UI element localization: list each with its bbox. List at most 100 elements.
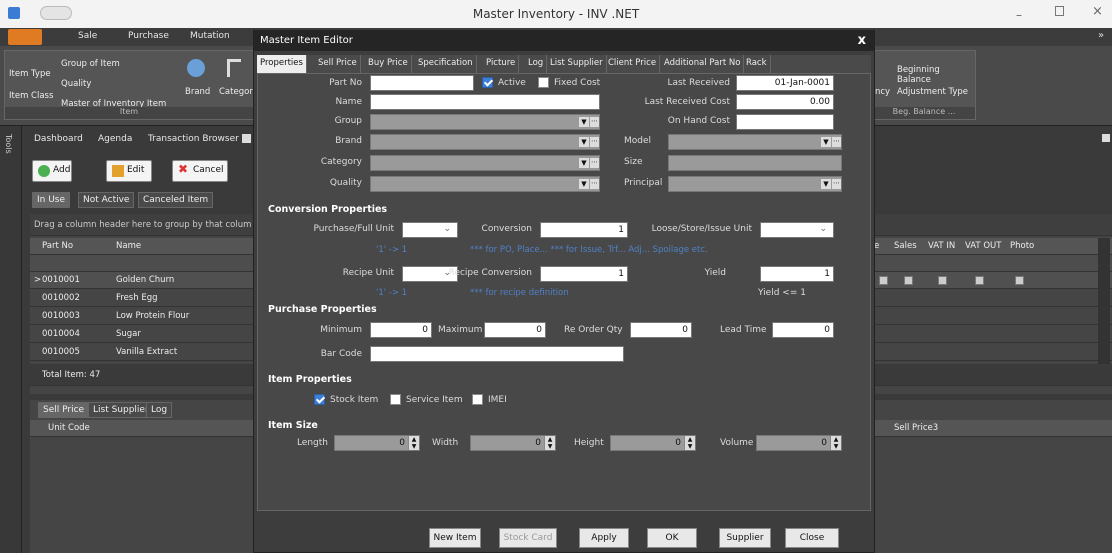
- ribbon-tab-purchase[interactable]: Purchase: [128, 31, 169, 41]
- minimize-icon[interactable]: –: [1016, 8, 1022, 22]
- new-item-button[interactable]: New Item: [429, 528, 481, 548]
- tab-buy-price[interactable]: Buy Price: [365, 55, 412, 73]
- size-field[interactable]: [668, 155, 842, 171]
- tab-agenda[interactable]: Agenda: [98, 134, 132, 144]
- col-vat-in[interactable]: VAT IN: [928, 241, 955, 251]
- ellipsis-icon[interactable]: ⋯: [832, 137, 841, 147]
- active-checkbox[interactable]: [482, 77, 493, 88]
- stock-item-checkbox[interactable]: [314, 394, 325, 405]
- col-part-no[interactable]: Part No: [42, 241, 73, 251]
- close-button[interactable]: Close: [785, 528, 839, 548]
- last-received-field[interactable]: 01-Jan-0001: [736, 75, 834, 91]
- ellipsis-icon[interactable]: ⋯: [590, 179, 599, 189]
- col-name[interactable]: Name: [116, 241, 141, 251]
- subtab-not-active[interactable]: Not Active: [78, 192, 135, 208]
- tab-properties[interactable]: Properties: [257, 55, 307, 73]
- app-menu-button[interactable]: [8, 29, 42, 45]
- close-tab-icon[interactable]: [242, 134, 251, 143]
- category-select[interactable]: ▼ ⋯: [370, 155, 600, 171]
- tab-sell-price[interactable]: Sell Price: [315, 55, 361, 73]
- quality-select[interactable]: ▼ ⋯: [370, 176, 600, 192]
- col-photo[interactable]: Photo: [1010, 241, 1034, 251]
- col-sales[interactable]: Sales: [894, 241, 917, 251]
- detail-tab-log[interactable]: Log: [146, 402, 173, 418]
- recipe-conversion-field[interactable]: 1: [540, 266, 628, 282]
- apply-button[interactable]: Apply: [579, 528, 629, 548]
- edit-button[interactable]: Edit: [106, 160, 152, 182]
- length-stepper[interactable]: 0 ▲ ▼: [334, 435, 420, 451]
- tab-dashboard[interactable]: Dashboard: [34, 134, 83, 144]
- name-field[interactable]: [370, 94, 600, 110]
- tab-specification[interactable]: Specification: [415, 55, 477, 73]
- imei-checkbox[interactable]: [472, 394, 483, 405]
- fixed-cost-checkbox[interactable]: [538, 77, 549, 88]
- last-received-cost-field[interactable]: 0.00: [736, 94, 834, 110]
- brand-select[interactable]: ▼ ⋯: [370, 134, 600, 150]
- principal-select[interactable]: ▼ ⋯: [668, 176, 842, 192]
- spin-arrows-icon[interactable]: ▲ ▼: [830, 436, 841, 450]
- supplier-button[interactable]: Supplier: [719, 528, 771, 548]
- quality-button[interactable]: Quality: [61, 79, 91, 89]
- service-item-checkbox[interactable]: [390, 394, 401, 405]
- width-stepper[interactable]: 0 ▲ ▼: [470, 435, 556, 451]
- col-sell-price3[interactable]: Sell Price3: [894, 423, 938, 433]
- grid-scrollbar[interactable]: [1098, 238, 1110, 364]
- item-class-button[interactable]: Item Class: [9, 91, 53, 101]
- ellipsis-icon[interactable]: ⋯: [590, 117, 599, 127]
- detail-tab-list-supplier[interactable]: List Supplier: [88, 402, 154, 418]
- tab-rack[interactable]: Rack: [743, 55, 771, 73]
- detail-tab-sell-price[interactable]: Sell Price: [38, 402, 90, 418]
- maximum-field[interactable]: 0: [484, 322, 546, 338]
- stock-card-button[interactable]: Stock Card: [499, 528, 557, 548]
- spin-arrows-icon[interactable]: ▲ ▼: [684, 436, 695, 450]
- group-of-item-button[interactable]: Group of Item: [61, 59, 120, 69]
- yield-field[interactable]: 1: [760, 266, 834, 282]
- height-stepper[interactable]: 0 ▲ ▼: [610, 435, 696, 451]
- ok-button[interactable]: OK: [647, 528, 697, 548]
- subtab-canceled-item[interactable]: Canceled Item: [138, 192, 214, 208]
- restore-icon[interactable]: [1055, 6, 1064, 16]
- tab-list-supplier[interactable]: List Supplier: [547, 55, 607, 73]
- beginning-balance-button[interactable]: Beginning Balance: [897, 65, 975, 85]
- cancel-button[interactable]: ✖ Cancel: [172, 160, 228, 182]
- bar-code-field[interactable]: [370, 346, 624, 362]
- checkbox[interactable]: [938, 276, 947, 285]
- lead-time-field[interactable]: 0: [772, 322, 834, 338]
- add-button[interactable]: Add: [32, 160, 72, 182]
- group-select[interactable]: ▼ ⋯: [370, 114, 600, 130]
- ribbon-collapse-icon[interactable]: »: [1098, 30, 1104, 41]
- purchase-unit-dropdown[interactable]: ⌄: [402, 222, 458, 238]
- part-no-field[interactable]: [370, 75, 474, 91]
- conversion-field[interactable]: 1: [540, 222, 628, 238]
- brand-button[interactable]: Brand: [185, 87, 210, 97]
- loose-unit-dropdown[interactable]: ⌄: [760, 222, 834, 238]
- ellipsis-icon[interactable]: ⋯: [590, 137, 599, 147]
- subtab-in-use[interactable]: In Use: [32, 192, 71, 208]
- tab-additional-part-no[interactable]: Additional Part No: [661, 55, 745, 73]
- adjustment-type-button[interactable]: Adjustment Type: [897, 87, 968, 97]
- volume-stepper[interactable]: 0 ▲ ▼: [756, 435, 842, 451]
- minimum-field[interactable]: 0: [370, 322, 432, 338]
- tab-log[interactable]: Log: [525, 55, 548, 73]
- checkbox[interactable]: [904, 276, 913, 285]
- ellipsis-icon[interactable]: ⋯: [590, 158, 599, 168]
- checkbox[interactable]: [879, 276, 888, 285]
- tab-picture[interactable]: Picture: [483, 55, 520, 73]
- tab-client-price[interactable]: Client Price: [605, 55, 661, 73]
- checkbox[interactable]: [1015, 276, 1024, 285]
- col-vat-out[interactable]: VAT OUT: [965, 241, 1001, 251]
- spin-arrows-icon[interactable]: ▲ ▼: [544, 436, 555, 450]
- ellipsis-icon[interactable]: ⋯: [832, 179, 841, 189]
- spin-arrows-icon[interactable]: ▲ ▼: [408, 436, 419, 450]
- reorder-qty-field[interactable]: 0: [630, 322, 692, 338]
- dialog-close-icon[interactable]: x: [858, 33, 866, 48]
- close-panel-icon[interactable]: [1102, 134, 1110, 142]
- model-select[interactable]: ▼ ⋯: [668, 134, 842, 150]
- tab-transaction-browser[interactable]: Transaction Browser: [148, 134, 239, 144]
- category-button[interactable]: Categor: [219, 87, 253, 97]
- col-unit-code[interactable]: Unit Code: [48, 423, 90, 433]
- ribbon-tab-mutation[interactable]: Mutation: [190, 31, 230, 41]
- checkbox[interactable]: [975, 276, 984, 285]
- on-hand-cost-field[interactable]: [736, 114, 834, 130]
- close-window-icon[interactable]: ×: [1092, 4, 1103, 19]
